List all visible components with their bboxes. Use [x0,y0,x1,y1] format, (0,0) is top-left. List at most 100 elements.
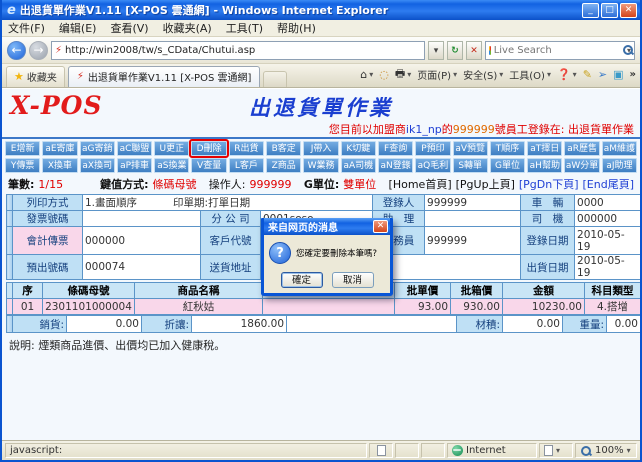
btn-warehouse[interactable]: aE寄庫 [42,141,77,156]
btn-delete[interactable]: D刪除 [191,141,226,156]
home-button[interactable]: ⌂▾ [360,68,373,81]
zoom-control[interactable]: 100% ▾ [575,443,637,458]
btn-product[interactable]: Z商品 [266,158,301,173]
new-tab-button[interactable] [263,71,287,87]
tools-menu[interactable]: 工具(O)▾ [509,67,551,82]
btn-transfer-order[interactable]: S轉單 [453,158,488,173]
btn-sales-history[interactable]: aR歷售 [564,141,599,156]
volume-value[interactable]: 0.00 [503,316,563,333]
btn-customer[interactable]: L客戶 [229,158,264,173]
refresh-icon[interactable]: ↻ [447,41,463,60]
home-icon: ⌂ [360,68,367,81]
send-icon[interactable]: ➢ [598,68,607,81]
maximize-button[interactable]: □ [601,3,618,18]
btn-customer-order[interactable]: B客定 [266,141,301,156]
assistant-field[interactable] [425,211,521,227]
discount-value[interactable]: 1860.00 [192,316,287,333]
favorites-button[interactable]: ★ 收藏夹 [6,66,65,87]
page-menu[interactable]: 页面(P)▾ [417,67,457,82]
item-row[interactable]: 01 2301101000004 紅秋姑 93.00 930.00 10230.… [7,299,641,315]
sales-total-value[interactable]: 0.00 [67,316,142,333]
item-category: 4.搭增 [585,299,641,315]
btn-ship[interactable]: R出貨 [229,141,264,156]
btn-preprint[interactable]: P預印 [415,141,450,156]
btn-unit[interactable]: G單位 [490,158,525,173]
btn-consign[interactable]: aG寄銷 [80,141,115,156]
preout-field[interactable]: 000074 [83,255,201,280]
btn-correct[interactable]: U更正 [154,141,189,156]
btn-pick-date[interactable]: aT擇日 [527,141,562,156]
btn-preview[interactable]: aV預覽 [453,141,488,156]
btn-business[interactable]: W業務 [303,158,338,173]
discount-label: 折讓: [142,316,192,333]
menu-file[interactable]: 文件(F) [8,20,45,36]
dialog-message: 您確定要刪除本筆嗎? [296,247,377,259]
dialog-title: 来自网页的消息 [268,219,373,234]
invoice-field[interactable] [83,211,201,227]
forward-button[interactable]: → [29,41,48,60]
driver-field[interactable]: 000000 [575,211,640,227]
btn-check-qty[interactable]: V查量 [191,158,226,173]
sales-field[interactable]: 999999 [425,227,521,255]
back-button[interactable]: ← [7,41,26,60]
internet-globe-icon [452,445,463,456]
btn-order[interactable]: T順序 [490,141,525,156]
btn-help[interactable]: aH幫助 [527,158,562,173]
btn-voucher[interactable]: Y傳票 [5,158,40,173]
status-left: javascript: [5,443,367,458]
btn-maintain[interactable]: aM維護 [602,141,637,156]
btn-margin[interactable]: aQ毛利 [415,158,450,173]
registrant-field[interactable]: 999999 [425,195,521,211]
feeds-button[interactable]: ◌ [379,68,389,81]
btn-query[interactable]: F查詢 [378,141,413,156]
address-input[interactable] [65,45,421,56]
btn-hotkey[interactable]: K切鍵 [341,141,376,156]
btn-split-order[interactable]: aW分單 [564,158,599,173]
btn-assistant[interactable]: aJ助理 [602,158,637,173]
note-text: 說明: 煙類商品進價、出價均已加入健康稅。 [2,333,640,357]
print-mode-field[interactable]: 1.畫面順序印單期:打單日期 [83,195,373,211]
media-icon[interactable]: ▣ [613,68,623,81]
vehicle-field[interactable]: 0000 [575,195,640,211]
menu-edit[interactable]: 编辑(E) [59,20,97,36]
stop-icon[interactable]: ✕ [466,41,482,60]
item-spec [263,299,395,315]
tab-active[interactable]: ⚡ 出退貨單作業V1.11 [X-POS 雲通網] [68,66,261,87]
nav-pgup-hint: [PgUp上頁] [456,176,515,192]
minimize-button[interactable]: _ [582,3,599,18]
search-input[interactable] [494,45,619,56]
item-unit-price: 93.00 [395,299,451,315]
btn-login[interactable]: aN登錄 [378,158,413,173]
menu-tools[interactable]: 工具(T) [226,20,263,36]
dialog-ok-button[interactable]: 確定 [281,272,323,288]
reg-date-field[interactable]: 2010-05-19 [575,227,640,255]
close-button[interactable]: ✕ [620,3,637,18]
btn-alliance[interactable]: aC聯盟 [117,141,152,156]
btn-change-sales[interactable]: aS換業 [154,158,189,173]
dialog-close-icon[interactable]: ✕ [373,220,388,233]
voucher-field[interactable]: 000000 [83,227,201,255]
btn-import[interactable]: J帶入 [303,141,338,156]
col-seq: 序 [13,283,43,299]
edit-icon[interactable]: ✎ [583,68,592,81]
address-dropdown-icon[interactable]: ▾ [428,41,444,60]
ship-date-field[interactable]: 2010-05-19 [575,255,640,280]
safety-menu[interactable]: 安全(S)▾ [463,67,503,82]
weight-value[interactable]: 0.00 [607,316,641,333]
menu-favorites[interactable]: 收藏夹(A) [163,20,212,36]
menu-view[interactable]: 查看(V) [110,20,148,36]
btn-schedule-vehicle[interactable]: aP排車 [117,158,152,173]
protected-mode-cell[interactable]: ▾ [539,443,573,458]
btn-add[interactable]: E增新 [5,141,40,156]
chevron-more-icon[interactable]: » [630,69,636,80]
help-menu[interactable]: ❓▾ [557,68,577,81]
menu-help[interactable]: 帮助(H) [277,20,316,36]
webpage-message-dialog: 来自网页的消息 ✕ ? 您確定要刪除本筆嗎? 確定 取消 [261,218,393,296]
btn-driver[interactable]: aA司機 [341,158,376,173]
dialog-cancel-button[interactable]: 取消 [332,272,374,288]
search-magnifier-icon[interactable] [622,44,624,56]
btn-change-driver[interactable]: aX換司 [80,158,115,173]
item-barcode: 2301101000004 [43,299,135,315]
btn-change-vehicle[interactable]: X換車 [42,158,77,173]
print-button[interactable]: 🖶▾ [395,65,411,84]
